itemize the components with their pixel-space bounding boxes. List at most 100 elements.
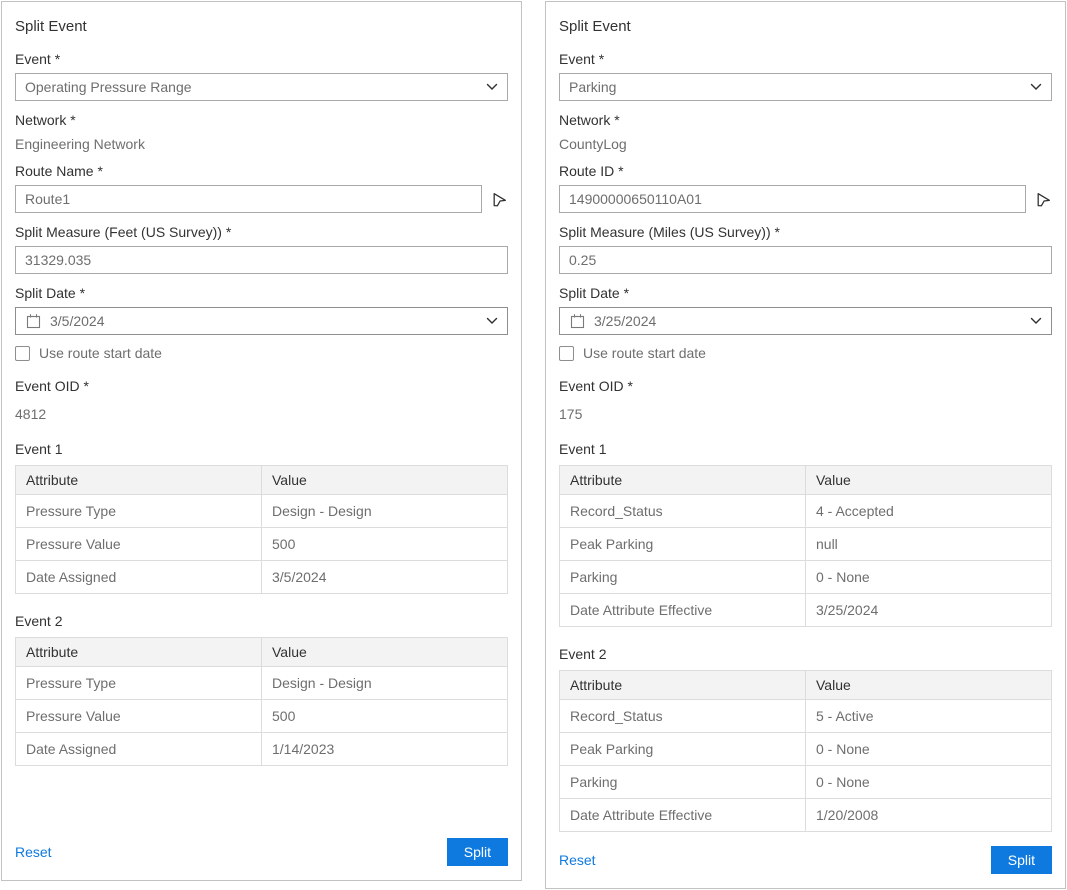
route-input[interactable]	[559, 185, 1026, 213]
attribute-cell: Pressure Value	[16, 528, 262, 561]
reset-link[interactable]: Reset	[559, 852, 596, 868]
event-select[interactable]: Operating Pressure Range	[15, 73, 508, 101]
use-route-start-date-row[interactable]: Use route start date	[15, 345, 508, 361]
value-cell: null	[806, 528, 1052, 561]
value-cell: 0 - None	[806, 766, 1052, 799]
value-header: Value	[806, 466, 1052, 495]
event2-title: Event 2	[15, 613, 508, 629]
value-header: Value	[806, 671, 1052, 700]
route-row	[15, 185, 508, 213]
split-date-label: Split Date *	[15, 285, 508, 301]
value-cell: 3/25/2024	[806, 594, 1052, 627]
calendar-icon	[25, 313, 42, 330]
reset-link[interactable]: Reset	[15, 844, 52, 860]
value-cell: 500	[262, 700, 508, 733]
select-on-map-icon[interactable]	[491, 191, 508, 208]
event-oid-value: 4812	[15, 406, 508, 422]
network-value: Engineering Network	[15, 136, 508, 152]
table-row: Peak Parking 0 - None	[560, 733, 1052, 766]
value-cell: 1/14/2023	[262, 733, 508, 766]
table-row: Pressure Value 500	[16, 700, 508, 733]
attribute-cell: Record_Status	[560, 700, 806, 733]
attribute-cell: Parking	[560, 561, 806, 594]
split-measure-input[interactable]	[559, 246, 1052, 274]
event-oid-label: Event OID *	[15, 378, 508, 394]
table-row: Record_Status 5 - Active	[560, 700, 1052, 733]
use-route-start-date-checkbox[interactable]	[15, 346, 30, 361]
attribute-cell: Parking	[560, 766, 806, 799]
network-value: CountyLog	[559, 136, 1052, 152]
value-cell: 500	[262, 528, 508, 561]
select-on-map-icon[interactable]	[1035, 191, 1052, 208]
split-measure-label: Split Measure (Feet (US Survey)) *	[15, 224, 508, 240]
event1-title: Event 1	[15, 441, 508, 457]
network-label: Network *	[15, 112, 508, 128]
split-button[interactable]: Split	[991, 846, 1052, 874]
split-event-panel-2: Split Event Event * Parking Network * Co…	[545, 1, 1066, 889]
split-date-label: Split Date *	[559, 285, 1052, 301]
value-header: Value	[262, 638, 508, 667]
split-measure-input[interactable]	[15, 246, 508, 274]
attribute-cell: Peak Parking	[560, 528, 806, 561]
footer: Reset Split	[559, 836, 1052, 874]
calendar-icon	[569, 313, 586, 330]
attribute-cell: Date Attribute Effective	[560, 799, 806, 832]
attribute-cell: Record_Status	[560, 495, 806, 528]
split-measure-label: Split Measure (Miles (US Survey)) *	[559, 224, 1052, 240]
table-row: Pressure Type Design - Design	[16, 495, 508, 528]
value-cell: 4 - Accepted	[806, 495, 1052, 528]
table-header-row: Attribute Value	[16, 638, 508, 667]
route-input[interactable]	[15, 185, 482, 213]
value-cell: 0 - None	[806, 561, 1052, 594]
split-date-value: 3/5/2024	[50, 313, 478, 329]
attribute-cell: Date Assigned	[16, 733, 262, 766]
attribute-header: Attribute	[16, 466, 262, 495]
attribute-cell: Peak Parking	[560, 733, 806, 766]
event1-title: Event 1	[559, 441, 1052, 457]
event2-table: Attribute Value Pressure Type Design - D…	[15, 637, 508, 766]
footer: Reset Split	[15, 828, 508, 866]
table-row: Date Assigned 1/14/2023	[16, 733, 508, 766]
use-route-start-date-row[interactable]: Use route start date	[559, 345, 1052, 361]
split-button[interactable]: Split	[447, 838, 508, 866]
value-cell: 3/5/2024	[262, 561, 508, 594]
table-row: Record_Status 4 - Accepted	[560, 495, 1052, 528]
event2-title: Event 2	[559, 646, 1052, 662]
value-header: Value	[262, 466, 508, 495]
split-date-picker[interactable]: 3/25/2024	[559, 307, 1052, 335]
event1-table: Attribute Value Pressure Type Design - D…	[15, 465, 508, 594]
page-title: Split Event	[559, 18, 1052, 35]
route-row	[559, 185, 1052, 213]
chevron-down-icon	[486, 83, 498, 91]
table-header-row: Attribute Value	[560, 671, 1052, 700]
attribute-cell: Pressure Value	[16, 700, 262, 733]
use-route-start-date-label: Use route start date	[583, 345, 706, 361]
event-select[interactable]: Parking	[559, 73, 1052, 101]
route-label: Route ID *	[559, 163, 1052, 179]
attribute-header: Attribute	[560, 466, 806, 495]
table-row: Date Attribute Effective 3/25/2024	[560, 594, 1052, 627]
value-cell: Design - Design	[262, 667, 508, 700]
event-select-value: Operating Pressure Range	[25, 79, 486, 95]
table-row: Parking 0 - None	[560, 766, 1052, 799]
use-route-start-date-checkbox[interactable]	[559, 346, 574, 361]
event-oid-label: Event OID *	[559, 378, 1052, 394]
table-header-row: Attribute Value	[560, 466, 1052, 495]
attribute-cell: Date Attribute Effective	[560, 594, 806, 627]
event-label: Event *	[559, 51, 1052, 67]
table-row: Pressure Type Design - Design	[16, 667, 508, 700]
event-oid-value: 175	[559, 406, 1052, 422]
chevron-down-icon	[486, 317, 498, 325]
use-route-start-date-label: Use route start date	[39, 345, 162, 361]
attribute-cell: Pressure Type	[16, 495, 262, 528]
attribute-header: Attribute	[16, 638, 262, 667]
value-cell: Design - Design	[262, 495, 508, 528]
split-date-picker[interactable]: 3/5/2024	[15, 307, 508, 335]
table-row: Date Attribute Effective 1/20/2008	[560, 799, 1052, 832]
table-row: Date Assigned 3/5/2024	[16, 561, 508, 594]
chevron-down-icon	[1030, 317, 1042, 325]
event-label: Event *	[15, 51, 508, 67]
stage: Split Event Event * Operating Pressure R…	[0, 0, 1067, 889]
value-cell: 0 - None	[806, 733, 1052, 766]
split-date-value: 3/25/2024	[594, 313, 1022, 329]
